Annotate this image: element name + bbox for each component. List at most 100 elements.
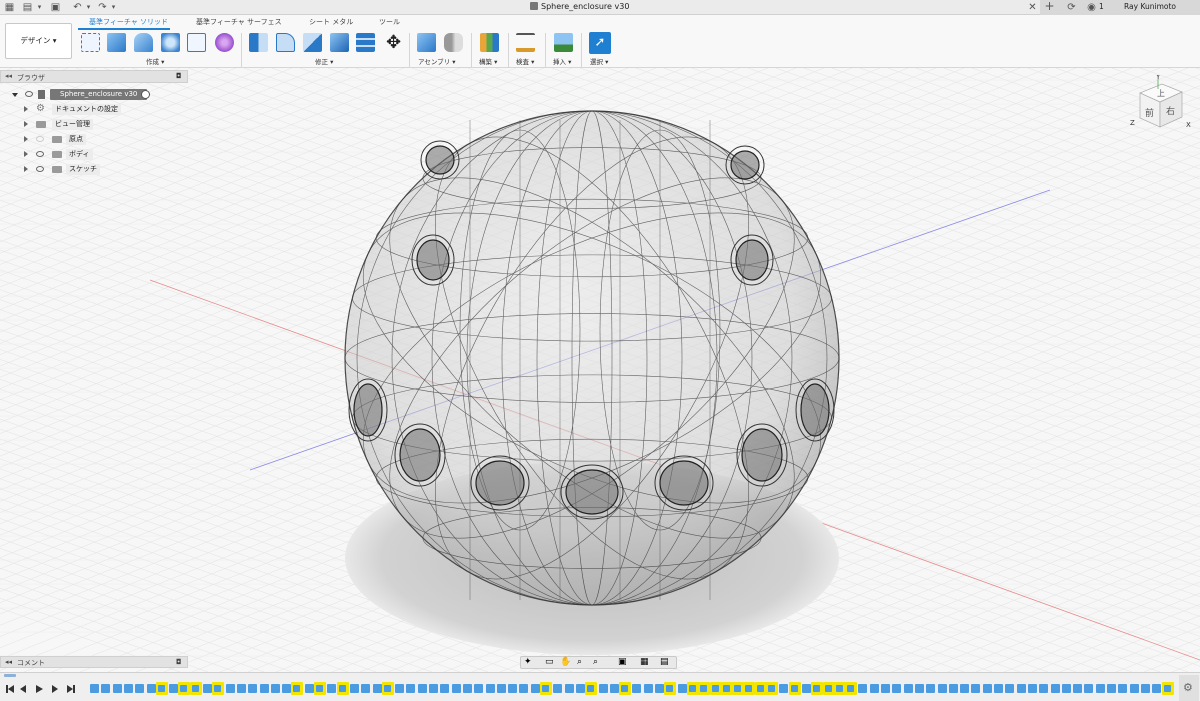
view-cube-top-label[interactable]: 上	[1157, 89, 1165, 98]
browser-item-document-settings[interactable]: ⚙ ドキュメントの設定	[0, 103, 188, 115]
timeline-feature-icon[interactable]	[155, 682, 168, 695]
tab-solid[interactable]: 基準フィーチャ ソリッド	[89, 17, 168, 27]
timeline-feature-icon[interactable]	[1039, 684, 1049, 693]
group-modify-label[interactable]: 修正 ▾	[315, 56, 333, 66]
timeline-feature-icon[interactable]	[417, 684, 427, 693]
timeline-feature-icon[interactable]	[869, 684, 879, 693]
collapse-arrows-icon[interactable]: ◂◂	[5, 658, 12, 666]
save-icon[interactable]: ▣	[50, 2, 61, 13]
expand-toggle-icon[interactable]	[24, 106, 28, 112]
file-icon[interactable]: ▤	[22, 2, 33, 13]
insert-image-icon[interactable]	[554, 33, 573, 52]
view-cube-front-label[interactable]: 前	[1145, 107, 1154, 119]
timeline-feature-icon[interactable]	[788, 682, 801, 695]
offset-plane-icon[interactable]	[480, 33, 499, 52]
timeline-feature-icon[interactable]	[440, 684, 450, 693]
timeline-feature-icon[interactable]	[530, 684, 540, 693]
timeline-feature-icon[interactable]	[655, 684, 664, 693]
pan-icon[interactable]: ✋	[560, 657, 571, 667]
timeline-feature-icon[interactable]	[619, 682, 632, 695]
fit-icon[interactable]: ⌕	[593, 657, 598, 667]
timeline-feature-icon[interactable]	[575, 684, 585, 693]
zoom-icon[interactable]: ⌕	[577, 657, 582, 667]
timeline-feature-icon[interactable]	[766, 682, 778, 695]
timeline-feature-icon[interactable]	[1050, 684, 1060, 693]
gear-icon[interactable]: ⚙	[1183, 681, 1193, 694]
viewports-icon[interactable]: ▤	[660, 657, 669, 667]
visibility-eye-icon[interactable]	[36, 151, 44, 157]
timeline-feature-icon[interactable]	[212, 682, 225, 695]
timeline-feature-icon[interactable]	[1129, 684, 1139, 693]
move-icon[interactable]: ✥	[384, 33, 403, 52]
timeline-feature-icon[interactable]	[282, 684, 292, 693]
timeline-feature-icon[interactable]	[948, 684, 958, 693]
timeline-feature-icon[interactable]	[395, 684, 405, 693]
timeline-feature-icon[interactable]	[1084, 684, 1094, 693]
timeline-feature-icon[interactable]	[451, 684, 461, 693]
timeline-feature-icon[interactable]	[811, 682, 824, 695]
timeline-scrollbar[interactable]	[4, 674, 16, 677]
measure-icon[interactable]	[516, 33, 535, 52]
timeline-feature-icon[interactable]	[1152, 684, 1162, 693]
redo-icon[interactable]: ↷	[97, 2, 108, 13]
timeline-feature-icon[interactable]	[643, 684, 653, 693]
timeline-feature-icon[interactable]	[779, 684, 789, 693]
timeline-feature-icon[interactable]	[101, 684, 111, 693]
timeline-feature-icon[interactable]	[1107, 684, 1116, 693]
timeline-feature-icon[interactable]	[1161, 682, 1174, 695]
apps-grid-icon[interactable]: ▦	[4, 2, 15, 13]
expand-toggle-icon[interactable]	[24, 121, 28, 127]
group-inspect-label[interactable]: 検査 ▾	[516, 56, 534, 66]
timeline-feature-icon[interactable]	[236, 684, 246, 693]
expand-toggle-icon[interactable]	[24, 151, 28, 157]
timeline-feature-icon[interactable]	[822, 682, 835, 695]
notification-icon[interactable]: ◉	[1086, 2, 1097, 13]
timeline-feature-icon[interactable]	[903, 684, 913, 693]
timeline-feature-icon[interactable]	[677, 684, 687, 693]
grid-snaps-icon[interactable]: ▦	[640, 657, 649, 667]
timeline-feature-icon[interactable]	[914, 684, 924, 693]
new-component-icon[interactable]	[417, 33, 436, 52]
timeline-feature-icon[interactable]	[146, 684, 156, 693]
timeline-feature-icon[interactable]	[686, 682, 699, 695]
browser-item-bodies[interactable]: ボディ	[0, 149, 188, 160]
timeline-feature-icon[interactable]	[314, 682, 326, 695]
timeline-feature-icon[interactable]	[112, 684, 122, 693]
extrude-icon[interactable]	[107, 33, 126, 52]
revolve-icon[interactable]	[134, 33, 153, 52]
chevron-down-icon[interactable]: ▾	[83, 2, 94, 13]
timeline-feature-icon[interactable]	[123, 684, 133, 693]
panel-pin-icon[interactable]: ◘	[176, 72, 182, 80]
chamfer-icon[interactable]	[303, 33, 322, 52]
tab-tools[interactable]: ツール	[379, 17, 400, 27]
timeline-feature-icon[interactable]	[858, 684, 868, 693]
timeline-feature-icon[interactable]	[754, 682, 767, 695]
timeline-feature-icon[interactable]	[564, 684, 574, 693]
timeline-feature-icon[interactable]	[462, 684, 472, 693]
browser-item-origin[interactable]: 原点	[0, 134, 188, 145]
timeline-feature-icon[interactable]	[381, 682, 394, 695]
timeline-feature-icon[interactable]	[892, 684, 902, 693]
fillet-icon[interactable]	[276, 33, 295, 52]
timeline-feature-icon[interactable]	[496, 684, 506, 693]
timeline-feature-icon[interactable]	[598, 684, 608, 693]
active-radio-icon[interactable]	[141, 90, 150, 99]
timeline-feature-icon[interactable]	[508, 684, 518, 693]
comments-panel[interactable]: ◂◂ コメント ◘	[0, 656, 188, 668]
timeline-feature-icon[interactable]	[189, 682, 202, 695]
timeline-feature-icon[interactable]	[609, 684, 619, 693]
timeline-feature-icon[interactable]	[698, 682, 711, 695]
timeline-feature-icon[interactable]	[982, 684, 992, 693]
select-icon[interactable]: ➚	[589, 32, 611, 54]
timeline-feature-icon[interactable]	[178, 682, 191, 695]
timeline-feature-icon[interactable]	[327, 684, 337, 693]
timeline-feature-icon[interactable]	[429, 684, 438, 693]
group-insert-label[interactable]: 挿入 ▾	[553, 56, 571, 66]
timeline-feature-icon[interactable]	[553, 684, 563, 693]
timeline-feature-icon[interactable]	[336, 682, 349, 695]
chevron-down-icon[interactable]: ▾	[108, 2, 119, 13]
document-tab[interactable]: Sphere_enclosure v30	[530, 2, 629, 11]
timeline-feature-icon[interactable]	[361, 684, 371, 693]
expand-toggle-icon[interactable]	[24, 166, 28, 172]
panel-pin-icon[interactable]: ◘	[176, 658, 182, 666]
